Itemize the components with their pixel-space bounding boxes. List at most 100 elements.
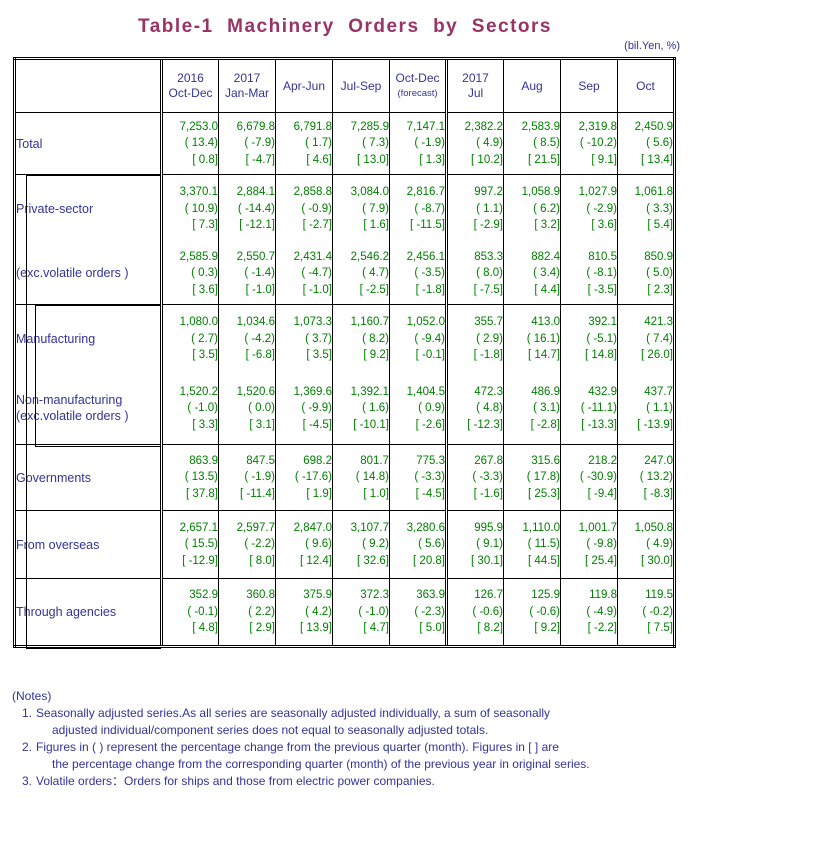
data-cell: 7,147.1 ( -1.9) [ 1.3]	[389, 112, 447, 175]
cell-value: 363.9	[416, 589, 445, 602]
data-cell: 2,382.2 ( 4.9) [ 10.2]	[445, 112, 504, 175]
cell-pct-year: [ -12.1]	[239, 219, 275, 231]
cell-value: 2,450.9	[634, 120, 673, 133]
row-label: Governments	[16, 470, 92, 485]
cell-value: 352.9	[189, 589, 218, 602]
data-cell: 3,107.7 ( 9.2) [ 32.6]	[332, 510, 390, 579]
cell-value: 2,456.1	[406, 250, 445, 263]
cell-pct-year: [ 14.8]	[585, 349, 617, 361]
cell-pct-prev: ( 8.2)	[362, 332, 389, 345]
cell-pct-year: [ 1.6]	[363, 219, 389, 231]
cell-pct-year: [ 20.8]	[413, 554, 445, 567]
cell-value: 3,370.1	[179, 186, 218, 198]
row-label-cell: (exc.volatile orders )	[13, 242, 162, 305]
cell-pct-prev: ( -9.4)	[414, 332, 445, 345]
note-line2-2: the percentage change from the correspon…	[52, 757, 590, 771]
cell-value: 126.7	[474, 589, 503, 602]
cell-pct-prev: ( 6.2)	[533, 202, 560, 215]
cell-pct-year: [ -4.5]	[302, 418, 332, 431]
note-item-1: 1. Seasonally adjusted series.As all seri…	[12, 705, 712, 739]
machinery-orders-table-wrap: 2016 Oct-Dec 2017 Jan-Mar Apr-Jun Jul-Se…	[13, 57, 676, 649]
cell-pct-year: [ 13.0]	[357, 153, 389, 166]
cell-value: 437.7	[644, 385, 673, 398]
cell-value: 3,280.6	[406, 521, 445, 534]
cell-value: 810.5	[588, 250, 617, 263]
data-cell: 2,583.9 ( 8.5) [ 21.5]	[503, 112, 561, 175]
header-year-1: 2017	[233, 71, 261, 85]
cell-pct-prev: ( -0.9)	[301, 202, 332, 215]
data-cell: 1,080.0 ( 2.7) [ 3.5]	[160, 304, 219, 373]
cell-value: 486.9	[531, 385, 560, 398]
cell-pct-prev: ( 9.6)	[305, 538, 332, 551]
notes-block: (Notes) 1. Seasonally adjusted series.As …	[12, 688, 712, 790]
header-period-2: Apr-Jun	[282, 78, 326, 93]
cell-value: 2,431.4	[293, 250, 332, 263]
cell-pct-year: [ 9.2]	[363, 349, 389, 361]
cell-pct-prev: ( -3.3)	[472, 471, 503, 484]
table-row: From overseas 2,657.1( 15.5)[ -12.9] 2,597…	[13, 510, 676, 579]
row-label: From overseas	[16, 537, 100, 552]
cell-value: 6,679.8	[236, 120, 275, 133]
data-cell: 2,585.9 ( 0.3) [ 3.6]	[160, 242, 219, 305]
data-cell: 863.9 ( 13.5) [ 37.8]	[160, 444, 219, 511]
cell-pct-prev: ( -0.6)	[472, 605, 503, 618]
cell-pct-year: [ 30.0]	[641, 554, 673, 567]
cell-pct-prev: ( 5.0)	[646, 267, 673, 279]
row-label-sub: (exc.volatile orders )	[16, 409, 129, 424]
cell-pct-year: [ 7.3]	[192, 219, 218, 231]
cell-value: 372.3	[360, 589, 389, 602]
cell-pct-prev: ( 1.1)	[646, 402, 673, 414]
cell-pct-prev: ( 0.3)	[191, 267, 218, 279]
cell-pct-prev: ( 4.7)	[362, 267, 389, 279]
page-title: Table-1 Machinery Orders by Sectors	[138, 16, 552, 37]
cell-pct-prev: ( -30.9)	[579, 471, 617, 484]
header-col-4: Oct-Dec (forecast)	[389, 57, 447, 113]
note-line2-1: adjusted individual/component series doe…	[52, 723, 489, 737]
cell-value: 267.8	[474, 454, 503, 467]
data-cell: 995.9 ( 9.1) [ 30.1]	[445, 510, 504, 579]
cell-pct-prev: ( -3.3)	[414, 471, 445, 484]
cell-pct-prev: ( 15.5)	[184, 538, 218, 551]
notes-heading: (Notes)	[12, 689, 52, 703]
cell-pct-year: [ 25.3]	[528, 487, 560, 500]
cell-pct-year: [ 32.6]	[357, 554, 389, 567]
table-row: (exc.volatile orders ) 2,585.9 ( 0.3) [ 3.6…	[13, 242, 676, 305]
cell-pct-year: [ 0.8]	[192, 153, 218, 166]
header-corner-blank	[13, 57, 162, 113]
cell-pct-prev: ( 13.4)	[184, 137, 218, 150]
cell-pct-prev: ( 3.3)	[646, 202, 673, 215]
cell-pct-year: [ -7.5]	[473, 283, 503, 296]
cell-pct-prev: ( 11.5)	[527, 538, 560, 551]
header-period-6: Aug	[521, 78, 543, 93]
cell-value: 2,597.7	[236, 521, 275, 534]
row-label-cell: From overseas	[13, 510, 162, 579]
data-cell: 119.5 ( -0.2) [ 7.5]	[617, 578, 676, 648]
cell-pct-prev: ( -3.5)	[414, 267, 445, 279]
data-cell: 1,001.7 ( -9.8) [ 25.4]	[560, 510, 618, 579]
data-cell: 372.3 ( -1.0) [ 4.7]	[332, 578, 390, 648]
cell-value: 775.3	[416, 454, 445, 467]
cell-value: 2,847.0	[293, 521, 332, 534]
cell-pct-prev: ( 2.2)	[248, 605, 275, 618]
data-cell: 355.7 ( 2.9) [ -1.8]	[445, 304, 504, 373]
cell-value: 7,253.0	[179, 120, 218, 133]
table-row: Governments 863.9 ( 13.5) [ 37.8] 847.5 ( -1.…	[13, 444, 676, 511]
cell-pct-year: [ -1.8]	[473, 349, 503, 361]
cell-pct-prev: ( 9.2)	[362, 538, 389, 551]
data-cell: 1,520.6 ( 0.0) [ 3.1]	[218, 372, 276, 445]
cell-pct-year: [ -2.9]	[473, 219, 503, 231]
note-number-1: 1.	[21, 706, 32, 720]
data-cell: 267.8 ( -3.3) [ -1.6]	[445, 444, 504, 511]
data-cell: 432.9 ( -11.1) [ -13.3]	[560, 372, 618, 445]
cell-pct-prev: ( -4.9)	[586, 605, 617, 618]
data-cell: 1,052.0 ( -9.4) [ -0.1]	[389, 304, 447, 373]
cell-value: 1,392.1	[350, 385, 389, 398]
cell-value: 421.3	[644, 316, 673, 328]
row-label-cell: Governments	[13, 444, 162, 511]
cell-pct-year: [ 5.4]	[647, 219, 673, 231]
data-cell: 392.1 ( -5.1) [ 14.8]	[560, 304, 618, 373]
data-cell: 2,431.4 ( -4.7) [ -1.0]	[275, 242, 333, 305]
cell-value: 882.4	[531, 250, 560, 263]
data-cell: 360.8 ( 2.2) [ 2.9]	[218, 578, 276, 648]
cell-pct-year: [ 3.3]	[192, 418, 218, 431]
